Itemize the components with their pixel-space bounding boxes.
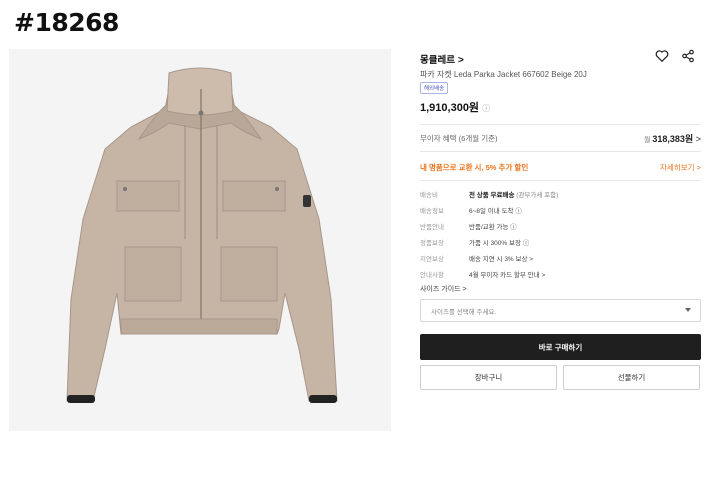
brand-row: 몽클레르 >: [420, 49, 701, 67]
spec-key: 반품안내: [420, 224, 444, 231]
spec-value[interactable]: 4월 무이자 카드 할부 안내 >: [469, 269, 545, 279]
spec-key: 정품보장: [420, 240, 444, 247]
spec-key: 배송정보: [420, 208, 444, 215]
promo-details-link[interactable]: 자세히보기 >: [660, 162, 701, 173]
spec-list: 배송비 전 상품 무료배송 (관부가세 포함) 배송정보 6~8일 이내 도착 …: [420, 189, 701, 285]
spec-value[interactable]: 6~8일 이내 도착 ⓘ: [469, 205, 522, 215]
product-name: 파카 자켓 Leda Parka Jacket 667602 Beige 20J: [420, 70, 587, 79]
info-icon[interactable]: ⓘ: [482, 104, 490, 113]
size-select-placeholder: 사이즈를 선택해 주세요.: [431, 309, 497, 316]
brand-name: 몽클레르: [420, 55, 455, 66]
chevron-right-icon: >: [457, 55, 464, 66]
installment-prefix: 월: [643, 137, 651, 144]
spec-row-shipping-fee: 배송비 전 상품 무료배송 (관부가세 포함): [420, 189, 701, 205]
spec-row-delivery: 배송정보 6~8일 이내 도착 ⓘ: [420, 205, 701, 221]
add-to-cart-button[interactable]: 장바구니: [420, 365, 557, 390]
size-select[interactable]: 사이즈를 선택해 주세요.: [420, 299, 701, 322]
chevron-right-icon: >: [695, 134, 701, 144]
spec-key: 배송비: [420, 192, 438, 199]
price-value: 1,910,300원: [420, 102, 480, 114]
divider: [420, 124, 701, 125]
promo-link-label: 자세히보기: [660, 163, 695, 172]
spec-value-bold: 전 상품 무료배송: [469, 192, 515, 199]
divider: [420, 180, 701, 181]
spec-key: 안내사항: [420, 272, 444, 279]
brand-link[interactable]: 몽클레르 >: [420, 52, 464, 66]
spec-value: 전 상품 무료배송 (관부가세 포함): [469, 189, 558, 199]
chevron-down-icon: [685, 308, 691, 312]
spec-value[interactable]: 가품 시 300% 보장 ⓘ: [469, 237, 529, 247]
product-image[interactable]: [9, 49, 391, 431]
price: 1,910,300원 ⓘ: [420, 99, 490, 115]
trade-in-promo: 내 명품으로 교환 시, 5% 추가 할인: [420, 163, 529, 172]
installment-link[interactable]: 월 318,383원 >: [644, 132, 701, 145]
spec-value[interactable]: 배송 지연 시 3% 보상 >: [469, 253, 533, 263]
spec-row-returns: 반품안내 반품/교환 가능 ⓘ: [420, 221, 701, 237]
chevron-right-icon: >: [696, 163, 701, 172]
heart-icon[interactable]: [655, 49, 669, 63]
spec-value[interactable]: 반품/교환 가능 ⓘ: [469, 221, 517, 231]
action-icons: [655, 49, 695, 63]
installment-amount: 318,383원: [652, 134, 694, 144]
jacket-illustration: [66, 67, 338, 403]
listing-tag: #18268: [14, 8, 119, 37]
installment-label: 무이자 혜택 (6개월 기준): [420, 134, 498, 143]
share-icon[interactable]: [681, 49, 695, 63]
gift-button[interactable]: 선물하기: [563, 365, 700, 390]
spec-row-notice: 안내사항 4월 무이자 카드 할부 안내 >: [420, 269, 701, 285]
overseas-shipping-badge: 해외배송: [420, 82, 449, 94]
spec-value-note: (관부가세 포함): [514, 192, 559, 199]
spec-row-authenticity: 정품보장 가품 시 300% 보장 ⓘ: [420, 237, 701, 253]
divider: [420, 151, 701, 152]
buy-now-button[interactable]: 바로 구매하기: [420, 334, 701, 360]
spec-key: 지연보상: [420, 256, 444, 263]
size-guide-link[interactable]: 사이즈 가이드 >: [420, 284, 467, 294]
spec-row-delay-compensation: 지연보상 배송 지연 시 3% 보상 >: [420, 253, 701, 269]
